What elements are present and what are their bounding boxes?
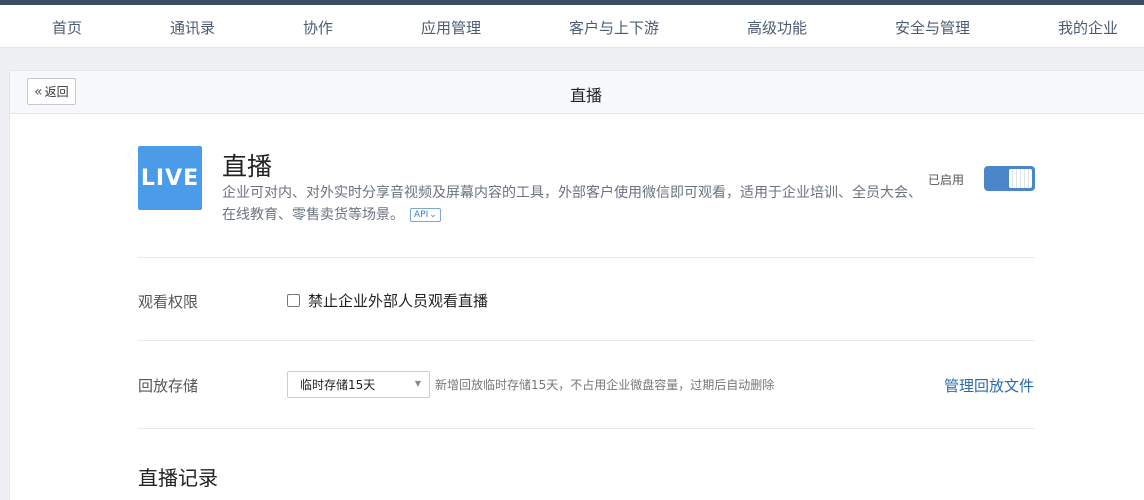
storage-hint: 新增回放临时存储15天，不占用企业微盘容量，过期后自动删除 [435, 378, 775, 392]
enable-toggle[interactable] [984, 166, 1035, 191]
main-panel: « 返回 直播 LIVE 直播 企业可对内、对外实时分享音视频及屏幕内容的工具，… [9, 70, 1144, 500]
divider [138, 257, 1035, 258]
dropdown-arrow-icon: ▼ [414, 379, 421, 388]
block-external-checkbox[interactable] [287, 294, 300, 307]
divider [138, 340, 1035, 341]
view-permission-label: 观看权限 [138, 293, 199, 311]
chevron-down-icon: ⌄ [429, 210, 437, 220]
live-records-title: 直播记录 [138, 466, 218, 490]
panel-header: « 返回 直播 [10, 71, 1144, 114]
nav-item-security[interactable]: 安全与管理 [895, 17, 970, 38]
playback-storage-label: 回放存储 [138, 377, 199, 395]
divider [138, 428, 1035, 429]
double-chevron-left-icon: « [34, 83, 43, 100]
status-label: 已启用 [928, 173, 965, 187]
api-badge[interactable]: API ⌄ [410, 208, 441, 222]
page-title: 直播 [570, 86, 603, 105]
app-description-text: 企业可对内、对外实时分享音视频及屏幕内容的工具，外部客户使用微信即可观看，适用于… [222, 185, 922, 223]
toggle-knob [1009, 169, 1032, 188]
live-app-icon: LIVE [138, 146, 202, 210]
back-button[interactable]: « 返回 [27, 78, 76, 105]
nav-item-app-management[interactable]: 应用管理 [421, 17, 481, 38]
api-badge-label: API [414, 210, 429, 220]
block-external-label: 禁止企业外部人员观看直播 [308, 292, 489, 310]
nav-item-my-enterprise[interactable]: 我的企业 [1058, 17, 1118, 38]
app-description: 企业可对内、对外实时分享音视频及屏幕内容的工具，外部客户使用微信即可观看，适用于… [222, 182, 934, 226]
external-viewers-option[interactable]: 禁止企业外部人员观看直播 [287, 290, 488, 311]
manage-playback-files-link[interactable]: 管理回放文件 [944, 375, 1034, 396]
back-label: 返回 [44, 85, 69, 99]
storage-duration-value: 临时存储15天 [300, 378, 376, 392]
storage-duration-select[interactable]: 临时存储15天 ▼ [287, 371, 430, 398]
nav-item-customers[interactable]: 客户与上下游 [569, 17, 659, 38]
app-name: 直播 [222, 152, 273, 181]
top-navigation: 首页 通讯录 协作 应用管理 客户与上下游 高级功能 安全与管理 我的企业 [0, 5, 1144, 48]
nav-item-home[interactable]: 首页 [52, 17, 82, 38]
nav-item-advanced[interactable]: 高级功能 [747, 17, 807, 38]
nav-item-collaboration[interactable]: 协作 [303, 17, 333, 38]
nav-item-contacts[interactable]: 通讯录 [170, 17, 215, 38]
